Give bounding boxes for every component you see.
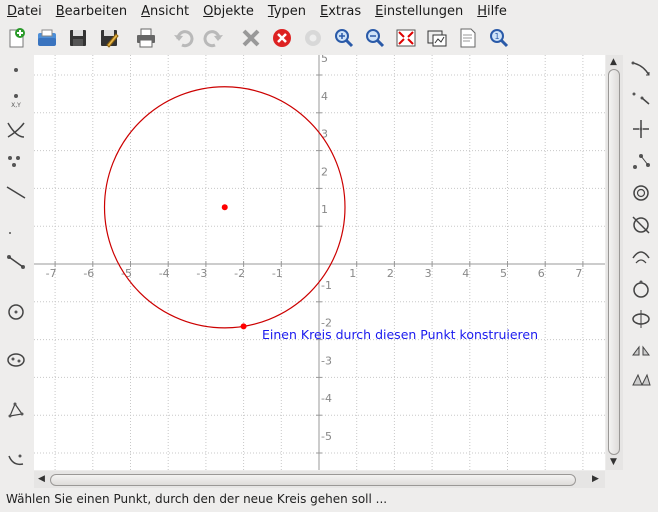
- coordinate-point-icon[interactable]: X,Y: [4, 88, 28, 112]
- x-tick-label: 7: [575, 267, 582, 280]
- print-icon[interactable]: [133, 25, 159, 51]
- y-tick-label: -4: [321, 392, 332, 405]
- circle-tool-icon[interactable]: [4, 300, 28, 324]
- hint-text: Einen Kreis durch diesen Punkt konstruie…: [262, 327, 539, 342]
- save-as-icon[interactable]: [96, 25, 122, 51]
- vertical-scrollbar[interactable]: ▲ ▼: [606, 55, 623, 470]
- menu-extras[interactable]: Extras: [320, 4, 361, 19]
- open-folder-icon[interactable]: [34, 25, 60, 51]
- right-tool-panel: [626, 54, 658, 474]
- reflect-icon[interactable]: [628, 336, 654, 362]
- arc-tool-icon[interactable]: [628, 244, 654, 270]
- perpendicular-icon[interactable]: [628, 116, 654, 142]
- menu-einstellungen[interactable]: Einstellungen: [375, 4, 463, 19]
- x-tick-label: 1: [349, 267, 356, 280]
- rotate-icon[interactable]: [628, 366, 654, 392]
- menu-bearbeiten[interactable]: Bearbeiten: [56, 4, 127, 19]
- x-tick-label: 3: [425, 267, 432, 280]
- x-tick-label: -3: [196, 267, 207, 280]
- menu-typen[interactable]: Typen: [268, 4, 306, 19]
- x-tick-label: 6: [538, 267, 545, 280]
- horizontal-scroll-thumb[interactable]: [50, 474, 576, 486]
- y-tick-label: 1: [321, 203, 328, 216]
- spiral-icon[interactable]: [628, 180, 654, 206]
- vertical-scroll-thumb[interactable]: [608, 69, 620, 455]
- save-icon[interactable]: [65, 25, 91, 51]
- scroll-left-icon[interactable]: ◀: [38, 474, 45, 484]
- settings-icon[interactable]: [300, 25, 326, 51]
- mirror-icon[interactable]: [628, 306, 654, 332]
- undo-icon[interactable]: [170, 25, 196, 51]
- y-tick-label: 5: [321, 55, 328, 65]
- line-tool-icon[interactable]: [4, 180, 28, 204]
- horizontal-scrollbar[interactable]: ◀ ▶: [34, 471, 605, 488]
- scroll-up-icon[interactable]: ▲: [610, 57, 617, 67]
- x-tick-label: 2: [387, 267, 394, 280]
- y-tick-label: 4: [321, 90, 328, 103]
- left-tool-panel: X,Y: [0, 54, 32, 474]
- transform-tool-icon[interactable]: [4, 448, 28, 472]
- center-point: [221, 204, 228, 211]
- menu-hilfe[interactable]: Hilfe: [477, 4, 507, 19]
- delete-icon[interactable]: [238, 25, 264, 51]
- circle-center-icon[interactable]: [628, 276, 654, 302]
- polygon-tool-icon[interactable]: [4, 398, 28, 422]
- conic-tool-icon[interactable]: [4, 348, 28, 372]
- points-icon[interactable]: [4, 148, 28, 172]
- x-tick-label: -7: [46, 267, 57, 280]
- page-icon[interactable]: [455, 25, 481, 51]
- point-tool-icon[interactable]: [4, 58, 28, 82]
- fit-to-screen-icon[interactable]: [393, 25, 419, 51]
- intersection-icon[interactable]: [4, 118, 28, 142]
- drawing-canvas[interactable]: -7 -6 -5 -4 -3 -2 -1 1 2 3 4 5 6 7 5 4 3 2 1 -1 -2 -3 -4 -5 Ein…: [34, 55, 605, 470]
- cancel-icon[interactable]: [269, 25, 295, 51]
- y-tick-label: -1: [321, 279, 332, 292]
- zoom-in-icon[interactable]: [331, 25, 357, 51]
- svg-text:X,Y: X,Y: [11, 102, 21, 109]
- x-tick-label: 5: [500, 267, 507, 280]
- y-tick-label: 3: [321, 128, 328, 141]
- export-icon[interactable]: [424, 25, 450, 51]
- menu-objekte[interactable]: Objekte: [203, 4, 254, 19]
- redo-icon[interactable]: [201, 25, 227, 51]
- x-tick-label: -6: [83, 267, 94, 280]
- plot-area[interactable]: -7 -6 -5 -4 -3 -2 -1 1 2 3 4 5 6 754321-1-2-3-4-5: [34, 55, 605, 470]
- status-bar: Wählen Sie einen Punkt, durch den der ne…: [6, 492, 388, 506]
- through-point: [240, 323, 247, 330]
- x-tick-label: 4: [462, 267, 469, 280]
- x-tick-label: -5: [121, 267, 132, 280]
- x-tick-label: -2: [234, 267, 245, 280]
- y-tick-label: -5: [321, 430, 332, 443]
- main-toolbar: 1: [0, 22, 658, 54]
- menubar: Datei Bearbeiten Ansicht Objekte Typen E…: [0, 0, 658, 22]
- zoom-out-icon[interactable]: [362, 25, 388, 51]
- zoom-fit-icon[interactable]: 1: [486, 25, 512, 51]
- y-tick-label: -3: [321, 354, 332, 367]
- x-tick-label: -4: [159, 267, 170, 280]
- segment-tool-icon[interactable]: [4, 250, 28, 274]
- scroll-down-icon[interactable]: ▼: [610, 457, 617, 467]
- triangle-points-icon[interactable]: [628, 148, 654, 174]
- ray-tool-icon[interactable]: [628, 56, 654, 82]
- svg-text:1: 1: [494, 32, 499, 41]
- vector-tool-icon[interactable]: [628, 86, 654, 112]
- y-tick-label: 2: [321, 165, 328, 178]
- circle-line-icon[interactable]: [628, 212, 654, 238]
- dot-icon[interactable]: [4, 219, 28, 243]
- menu-ansicht[interactable]: Ansicht: [141, 4, 189, 19]
- menu-datei[interactable]: Datei: [7, 4, 42, 19]
- scroll-right-icon[interactable]: ▶: [592, 474, 599, 484]
- new-document-icon[interactable]: [3, 25, 29, 51]
- x-tick-label: -1: [272, 267, 283, 280]
